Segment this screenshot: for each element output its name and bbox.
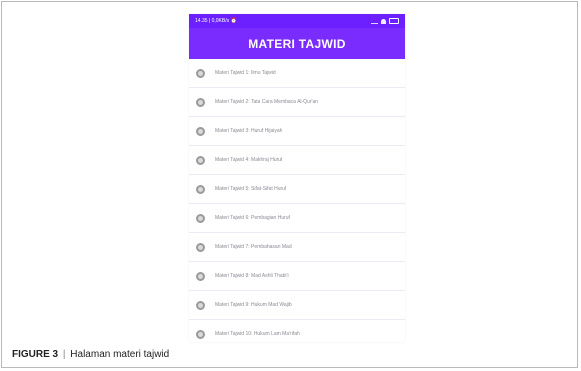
- bullet-icon: [196, 68, 205, 78]
- page-title: MATERI TAJWID: [248, 36, 346, 51]
- bullet-icon: [196, 242, 205, 252]
- list-item[interactable]: Materi Tajwid 8: Mad Ashli Thabi'i: [189, 262, 405, 291]
- bullet-icon: [196, 97, 205, 107]
- figure-frame: 14.35 | 0,0KB/s ⏰ MATERI TAJWID Materi T…: [1, 1, 578, 368]
- materi-list: Materi Tajwid 1: Ilmu Tajwid Materi Tajw…: [189, 59, 405, 342]
- list-item-label: Materi Tajwid 9: Hukum Mad Wajib: [215, 302, 292, 308]
- list-item[interactable]: Materi Tajwid 3: Huruf Hijaiyah: [189, 117, 405, 146]
- status-icons: [371, 18, 399, 24]
- status-time: 14.35 | 0,0KB/s ⏰: [195, 18, 237, 24]
- bullet-icon: [196, 126, 205, 136]
- figure-label: FIGURE 3: [12, 349, 59, 360]
- list-item-label: Materi Tajwid 2: Tata Cara Membaca Al-Qu…: [215, 99, 319, 105]
- list-item[interactable]: Materi Tajwid 4: Makhraj Huruf: [189, 146, 405, 175]
- app-bar: MATERI TAJWID: [189, 28, 405, 59]
- list-item[interactable]: Materi Tajwid 7: Pembahasan Mad: [189, 233, 405, 262]
- bullet-icon: [196, 155, 205, 165]
- list-item[interactable]: Materi Tajwid 1: Ilmu Tajwid: [189, 59, 405, 88]
- list-item-label: Materi Tajwid 10: Hukum Lam Ma'rifah: [215, 331, 300, 337]
- signal-icon: [371, 19, 378, 24]
- list-item[interactable]: Materi Tajwid 6: Pembagian Huruf: [189, 204, 405, 233]
- list-item[interactable]: Materi Tajwid 2: Tata Cara Membaca Al-Qu…: [189, 88, 405, 117]
- list-item-label: Materi Tajwid 3: Huruf Hijaiyah: [215, 128, 283, 134]
- phone-screenshot: 14.35 | 0,0KB/s ⏰ MATERI TAJWID Materi T…: [189, 14, 405, 342]
- figure-caption: FIGURE 3 | Halaman materi tajwid: [12, 349, 169, 360]
- bullet-icon: [196, 213, 205, 223]
- list-item-label: Materi Tajwid 4: Makhraj Huruf: [215, 157, 283, 163]
- bullet-icon: [196, 184, 205, 194]
- list-item[interactable]: Materi Tajwid 9: Hukum Mad Wajib: [189, 291, 405, 320]
- bullet-icon: [196, 271, 205, 281]
- caption-separator: |: [62, 349, 66, 360]
- list-item-label: Materi Tajwid 6: Pembagian Huruf: [215, 215, 290, 221]
- list-item-label: Materi Tajwid 8: Mad Ashli Thabi'i: [215, 273, 289, 279]
- list-item[interactable]: Materi Tajwid 5: Sifat-Sifat Huruf: [189, 175, 405, 204]
- list-item-label: Materi Tajwid 7: Pembahasan Mad: [215, 244, 292, 250]
- list-item[interactable]: Materi Tajwid 10: Hukum Lam Ma'rifah: [189, 320, 405, 342]
- caption-text: Halaman materi tajwid: [70, 349, 170, 360]
- bullet-icon: [196, 329, 205, 339]
- list-item-label: Materi Tajwid 1: Ilmu Tajwid: [215, 70, 276, 76]
- wifi-icon: [381, 18, 386, 24]
- bullet-icon: [196, 300, 205, 310]
- list-item-label: Materi Tajwid 5: Sifat-Sifat Huruf: [215, 186, 287, 192]
- status-bar: 14.35 | 0,0KB/s ⏰: [189, 14, 405, 28]
- battery-icon: [389, 18, 399, 24]
